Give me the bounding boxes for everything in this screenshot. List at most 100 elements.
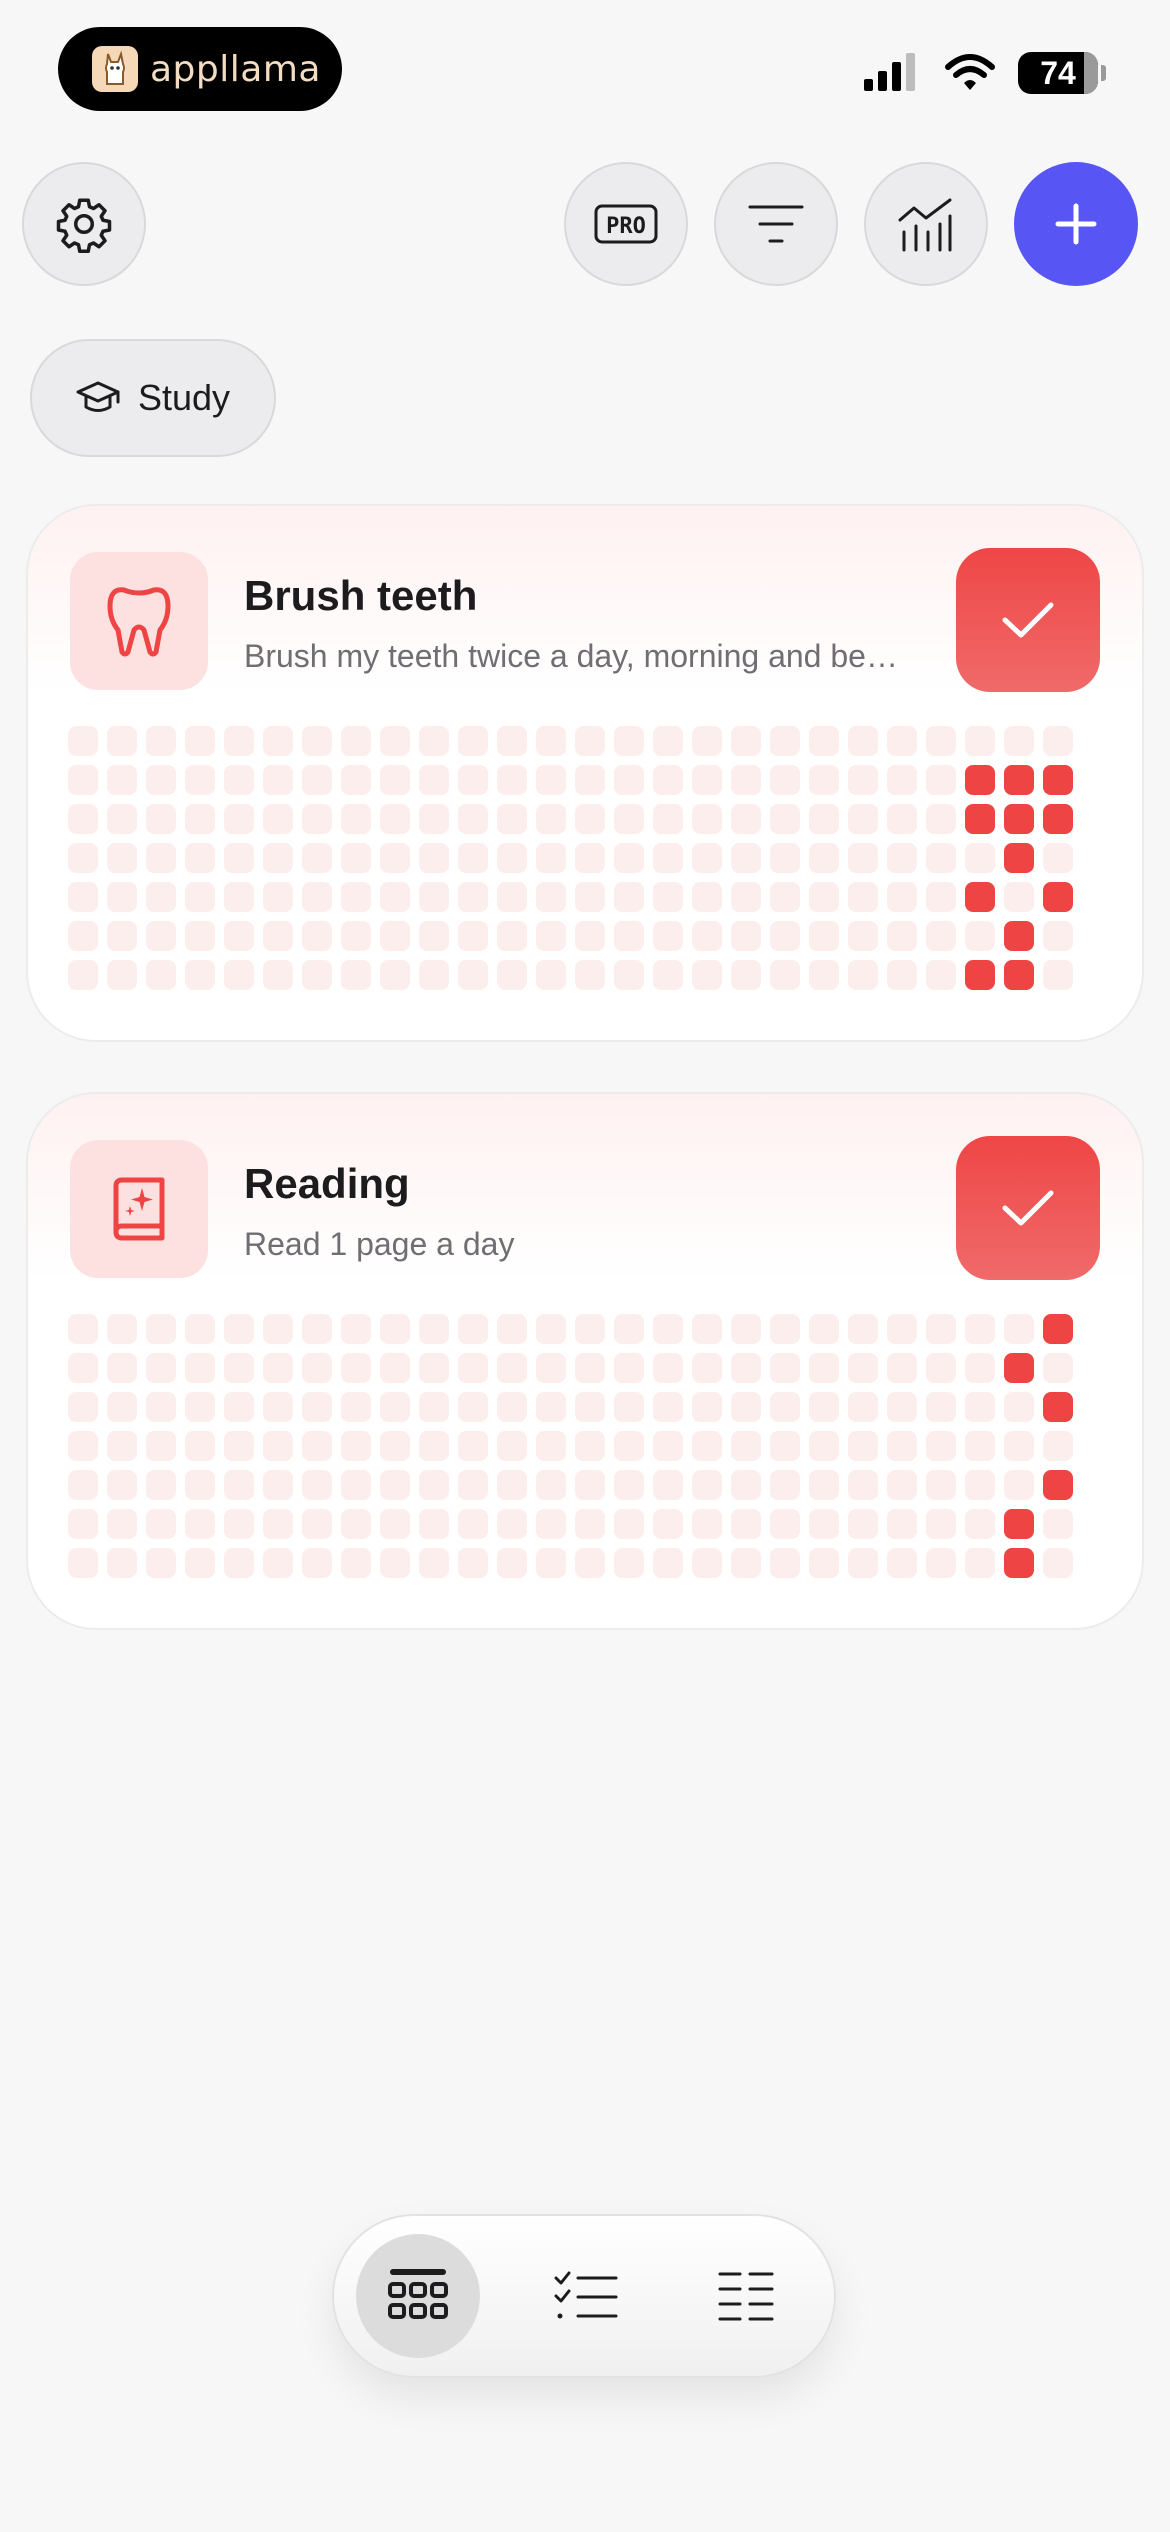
grid-cell-empty <box>1004 1431 1034 1461</box>
grid-cell-empty <box>68 1431 98 1461</box>
grid-cell-empty <box>497 1431 527 1461</box>
grid-cell-empty <box>146 1353 176 1383</box>
grid-cell-empty <box>653 1353 683 1383</box>
grid-cell-done <box>1004 843 1034 873</box>
grid-cell-empty <box>653 1470 683 1500</box>
grid-cell-empty <box>809 1353 839 1383</box>
grid-cell-empty <box>341 882 371 912</box>
grid-cell-empty <box>380 804 410 834</box>
grid-cell-empty <box>419 1548 449 1578</box>
chart-trend-icon <box>898 198 952 252</box>
grid-cell-empty <box>731 1470 761 1500</box>
grid-cell-empty <box>380 1509 410 1539</box>
grid-cell-done <box>965 882 995 912</box>
grid-cell-empty <box>419 843 449 873</box>
grid-cell-empty <box>575 960 605 990</box>
habit-icon-box <box>70 1140 208 1278</box>
add-habit-button[interactable] <box>1014 162 1138 286</box>
checkmark-icon <box>1002 1190 1054 1226</box>
grid-cell-empty <box>926 1548 956 1578</box>
grid-cell-empty <box>692 843 722 873</box>
habit-card-brush-teeth[interactable]: Brush teeth Brush my teeth twice a day, … <box>26 504 1144 1042</box>
grid-cell-empty <box>887 960 917 990</box>
grid-cell-empty <box>68 1314 98 1344</box>
grid-cell-empty <box>107 765 137 795</box>
grid-cell-empty <box>341 1314 371 1344</box>
grid-cell-empty <box>224 765 254 795</box>
book-sparkle-icon <box>113 1177 165 1241</box>
grid-cell-empty <box>341 804 371 834</box>
grid-cell-empty <box>1004 1392 1034 1422</box>
complete-habit-button[interactable] <box>956 548 1100 692</box>
grid-cell-empty <box>1043 726 1073 756</box>
grid-cell-empty <box>809 804 839 834</box>
grid-cell-empty <box>107 1353 137 1383</box>
habit-title: Brush teeth <box>244 572 478 619</box>
grid-cell-empty <box>731 960 761 990</box>
grid-cell-empty <box>185 1431 215 1461</box>
checklist-view-tab[interactable] <box>524 2234 648 2358</box>
grid-cell-empty <box>965 1509 995 1539</box>
grid-cell-empty <box>887 726 917 756</box>
grid-cell-empty <box>263 882 293 912</box>
grid-cell-empty <box>341 1392 371 1422</box>
grid-cell-empty <box>692 726 722 756</box>
grid-cell-empty <box>107 960 137 990</box>
grid-cell-empty <box>263 843 293 873</box>
grid-cell-empty <box>809 1314 839 1344</box>
grid-cell-empty <box>68 1509 98 1539</box>
grid-cell-done <box>1043 804 1073 834</box>
grid-cell-empty <box>185 843 215 873</box>
list-view-tab[interactable] <box>684 2234 808 2358</box>
grid-cell-empty <box>575 843 605 873</box>
grid-cell-empty <box>887 1431 917 1461</box>
grid-cell-done <box>965 804 995 834</box>
complete-habit-button[interactable] <box>956 1136 1100 1280</box>
tooth-icon <box>107 587 171 657</box>
status-icons: 74 <box>864 52 1106 94</box>
grid-cell-empty <box>1043 960 1073 990</box>
grid-cell-empty <box>419 1509 449 1539</box>
grid-cell-empty <box>575 765 605 795</box>
grid-cell-empty <box>1043 921 1073 951</box>
grid-cell-empty <box>263 804 293 834</box>
grid-cell-empty <box>68 960 98 990</box>
grid-cell-empty <box>965 1548 995 1578</box>
grid-cell-empty <box>341 765 371 795</box>
habit-card-reading[interactable]: Reading Read 1 page a day <box>26 1092 1144 1630</box>
grid-cell-empty <box>302 882 332 912</box>
grid-cell-empty <box>770 921 800 951</box>
settings-button[interactable] <box>22 162 146 286</box>
grid-cell-empty <box>1043 1431 1073 1461</box>
grid-cell-done <box>1043 1470 1073 1500</box>
grid-cell-empty <box>809 1431 839 1461</box>
grid-cell-empty <box>497 843 527 873</box>
grid-cell-empty <box>848 882 878 912</box>
grid-cell-empty <box>731 1353 761 1383</box>
checklist-icon <box>554 2271 618 2319</box>
statistics-button[interactable] <box>864 162 988 286</box>
grid-cell-empty <box>926 765 956 795</box>
battery-level: 74 <box>1040 54 1076 91</box>
pro-button[interactable]: PRO <box>564 162 688 286</box>
grid-cell-empty <box>770 1548 800 1578</box>
grid-cell-empty <box>146 1470 176 1500</box>
grid-cell-empty <box>263 765 293 795</box>
grid-cell-empty <box>965 1314 995 1344</box>
app-brand-name: appllama <box>150 48 321 90</box>
grid-cell-empty <box>692 804 722 834</box>
grid-cell-empty <box>107 1470 137 1500</box>
grid-cell-empty <box>809 765 839 795</box>
grid-cell-empty <box>692 765 722 795</box>
grid-cell-done <box>965 765 995 795</box>
grid-cell-empty <box>770 843 800 873</box>
plus-icon <box>1055 203 1097 245</box>
grid-cell-done <box>1004 1548 1034 1578</box>
grid-cell-empty <box>575 1548 605 1578</box>
grid-cell-empty <box>614 1314 644 1344</box>
grid-view-tab[interactable] <box>356 2234 480 2358</box>
grid-cell-empty <box>146 1509 176 1539</box>
category-chip-study[interactable]: Study <box>30 339 276 457</box>
grid-cell-empty <box>575 921 605 951</box>
filter-button[interactable] <box>714 162 838 286</box>
